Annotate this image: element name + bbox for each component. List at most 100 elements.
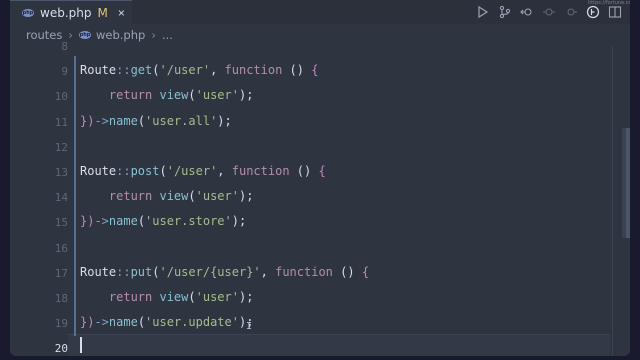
breadcrumb-more[interactable]: ... bbox=[162, 28, 173, 42]
line-number: 9 bbox=[61, 65, 68, 79]
code-token: 'user' bbox=[195, 290, 239, 304]
code-token: }) bbox=[80, 214, 95, 229]
breadcrumb-file[interactable]: web.php bbox=[96, 28, 145, 42]
code-token: '/user/{user}' bbox=[159, 264, 261, 279]
watermark: https://fortune.com bbox=[588, 0, 630, 6]
code-token: { bbox=[311, 63, 319, 78]
code-token: }) bbox=[80, 315, 95, 330]
code-token: 'user' bbox=[195, 88, 239, 103]
code-token: post bbox=[130, 164, 160, 178]
code-line: Route::get('/user', function () { bbox=[80, 61, 318, 79]
code-token: { bbox=[318, 164, 326, 178]
code-token: ); bbox=[238, 189, 254, 204]
code-token: () bbox=[282, 63, 312, 78]
chevron-right-icon: › bbox=[68, 28, 73, 42]
code-token: ( bbox=[159, 164, 167, 178]
php-file-icon: php bbox=[22, 8, 34, 17]
code-token: ); bbox=[238, 290, 254, 304]
code-token: ( bbox=[188, 88, 196, 103]
code-token: -> bbox=[94, 113, 109, 128]
modified-indicator: M bbox=[97, 5, 108, 20]
code-token: ); bbox=[238, 88, 254, 103]
code-line: })->name('user.store'); bbox=[80, 212, 246, 230]
code-line: })->name('user.all'); bbox=[80, 112, 232, 130]
code-token: ( bbox=[188, 189, 196, 204]
code-token: name bbox=[108, 315, 138, 330]
text-cursor bbox=[80, 337, 82, 353]
line-number: 14 bbox=[54, 191, 68, 205]
code-token: '/user' bbox=[166, 164, 218, 178]
go-back-icon[interactable] bbox=[520, 5, 534, 19]
code-token: 'user.all' bbox=[145, 113, 218, 128]
breadcrumb: routes › php web.php › ... bbox=[10, 24, 630, 46]
line-number: 8 bbox=[61, 40, 68, 53]
php-file-icon: php bbox=[79, 31, 91, 39]
code-line: return view('user'); bbox=[80, 187, 254, 205]
code-token: 'user.store' bbox=[145, 214, 232, 229]
code-token: Route bbox=[80, 164, 117, 178]
modified-lines-indicator[interactable] bbox=[74, 56, 76, 336]
code-token: ); bbox=[231, 214, 247, 229]
code-line: Route::put('/user/{user}', function () { bbox=[80, 263, 369, 281]
code-token: -> bbox=[94, 214, 109, 229]
run-debug-icon[interactable] bbox=[476, 5, 490, 19]
tab-close-icon[interactable]: × bbox=[118, 6, 125, 20]
code-token: ( bbox=[137, 315, 146, 330]
code-token: :: bbox=[116, 164, 131, 178]
source-control-icon[interactable] bbox=[498, 5, 512, 19]
code-token: '/user' bbox=[159, 63, 211, 78]
code-token: function bbox=[275, 264, 333, 279]
code-token: }) bbox=[80, 113, 95, 128]
code-token: Route bbox=[80, 63, 117, 78]
code-token: { bbox=[361, 264, 370, 279]
code-token: Route bbox=[80, 264, 117, 279]
code-token: :: bbox=[116, 63, 131, 78]
code-token: , bbox=[217, 164, 232, 178]
code-token: view bbox=[159, 88, 189, 103]
code-line: Route::post('/user', function () { bbox=[80, 162, 326, 180]
code-token: :: bbox=[116, 264, 131, 279]
code-token: view bbox=[159, 189, 189, 204]
code-token: , bbox=[210, 63, 225, 78]
code-token: , bbox=[260, 264, 276, 279]
tab-bar: php web.php M × https://fortune.c bbox=[10, 0, 630, 24]
code-token: 'user' bbox=[195, 189, 239, 204]
code-token: ( bbox=[152, 264, 160, 279]
code-token: name bbox=[108, 214, 138, 229]
code-token: return bbox=[80, 290, 160, 304]
code-token: ( bbox=[137, 214, 146, 229]
code-editor[interactable]: 8 9 10 11 12 13 14 15 16 17 18 19 20 Route::get('/us… bbox=[10, 40, 630, 356]
code-token: return bbox=[80, 88, 160, 103]
previous-change-icon[interactable] bbox=[542, 5, 556, 19]
code-token: () bbox=[332, 264, 362, 279]
line-number: 19 bbox=[54, 317, 68, 331]
code-line: return view('user'); bbox=[80, 86, 254, 104]
code-token: return bbox=[80, 189, 160, 204]
line-number: 16 bbox=[54, 241, 68, 255]
scrollbar-thumb[interactable] bbox=[626, 128, 630, 238]
next-change-icon[interactable] bbox=[564, 5, 578, 19]
code-token: function bbox=[231, 164, 290, 178]
code-token: ( bbox=[152, 63, 160, 78]
code-token: view bbox=[159, 290, 189, 304]
code-token: put bbox=[130, 264, 153, 279]
line-number: 17 bbox=[54, 266, 68, 280]
tab-label: web.php bbox=[40, 5, 92, 20]
line-number: 12 bbox=[54, 140, 68, 154]
chevron-right-icon: › bbox=[151, 28, 156, 42]
mouse-ibeam-icon: I bbox=[246, 321, 253, 332]
tab-web-php[interactable]: php web.php M × bbox=[10, 0, 132, 24]
line-number: 13 bbox=[54, 166, 68, 179]
code-token: () bbox=[289, 164, 319, 178]
code-token: -> bbox=[94, 315, 109, 330]
code-line: return view('user'); bbox=[80, 288, 254, 306]
code-token: ( bbox=[137, 113, 146, 128]
line-number: 18 bbox=[54, 292, 68, 305]
code-area[interactable]: Route::get('/user', function () { return… bbox=[80, 46, 610, 356]
code-token: get bbox=[130, 63, 153, 78]
code-token: name bbox=[108, 113, 138, 128]
line-number: 15 bbox=[54, 216, 68, 230]
editor-window: php web.php M × https://fortune.c routes… bbox=[10, 0, 630, 356]
code-token: ); bbox=[217, 113, 232, 128]
line-number: 11 bbox=[54, 115, 68, 129]
